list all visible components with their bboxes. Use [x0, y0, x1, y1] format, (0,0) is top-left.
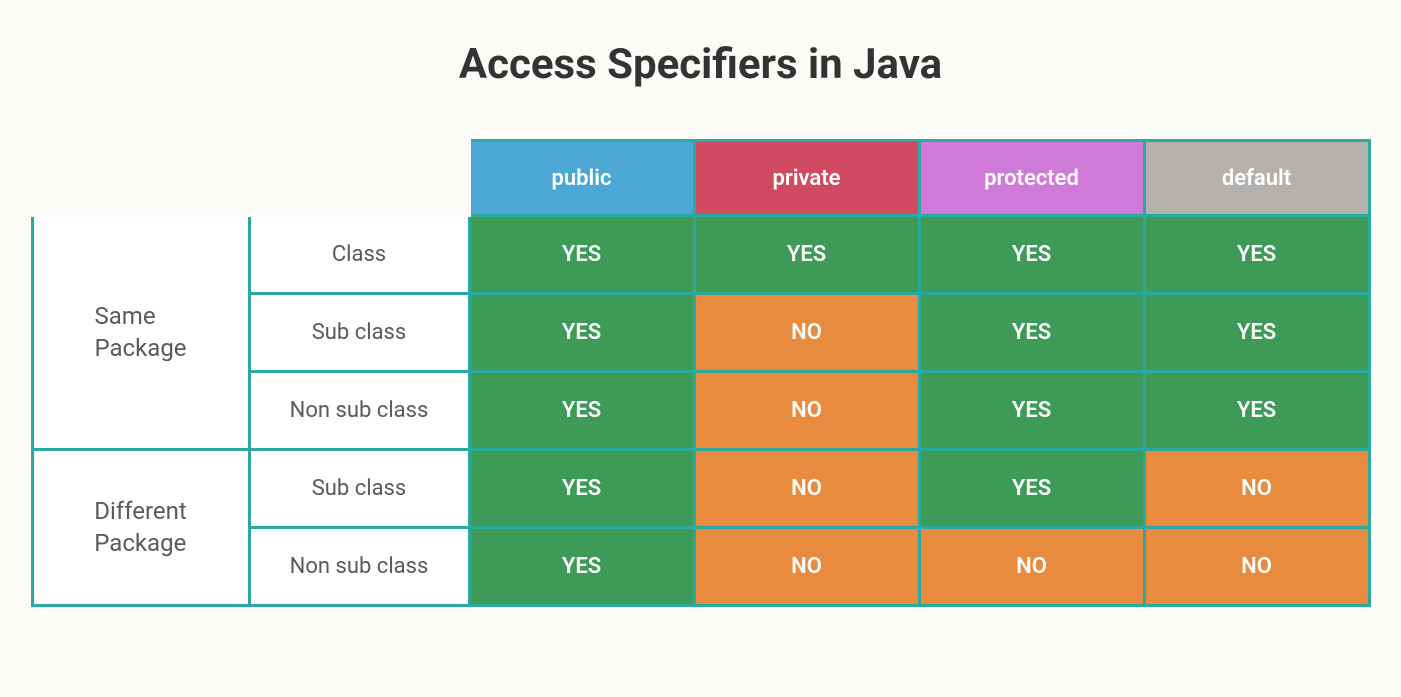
- value-cell: YES: [471, 451, 696, 529]
- value-cell: YES: [471, 373, 696, 451]
- row-group-different-package: Different Package: [31, 451, 251, 607]
- value-cell: YES: [1146, 373, 1371, 451]
- row-label: Class: [251, 217, 471, 295]
- value-cell: YES: [921, 217, 1146, 295]
- value-cell: NO: [696, 451, 921, 529]
- row-label: Non sub class: [251, 373, 471, 451]
- row-label: Sub class: [251, 295, 471, 373]
- blank-corner: [251, 139, 471, 217]
- value-cell: YES: [1146, 217, 1371, 295]
- value-cell: NO: [1146, 451, 1371, 529]
- value-cell: NO: [921, 529, 1146, 607]
- value-cell: NO: [696, 373, 921, 451]
- page-title: Access Specifiers in Java: [30, 40, 1371, 89]
- value-cell: YES: [696, 217, 921, 295]
- value-cell: NO: [696, 295, 921, 373]
- value-cell: YES: [471, 529, 696, 607]
- col-header-private: private: [696, 139, 921, 217]
- value-cell: NO: [696, 529, 921, 607]
- col-header-public: public: [471, 139, 696, 217]
- row-label: Sub class: [251, 451, 471, 529]
- value-cell: YES: [921, 451, 1146, 529]
- blank-corner: [31, 139, 251, 217]
- value-cell: YES: [921, 295, 1146, 373]
- row-label: Non sub class: [251, 529, 471, 607]
- col-header-protected: protected: [921, 139, 1146, 217]
- col-header-default: default: [1146, 139, 1371, 217]
- row-group-same-package: Same Package: [31, 217, 251, 451]
- value-cell: NO: [1146, 529, 1371, 607]
- value-cell: YES: [471, 217, 696, 295]
- value-cell: YES: [471, 295, 696, 373]
- access-specifiers-table: public private protected default Same Pa…: [31, 139, 1371, 607]
- value-cell: YES: [1146, 295, 1371, 373]
- value-cell: YES: [921, 373, 1146, 451]
